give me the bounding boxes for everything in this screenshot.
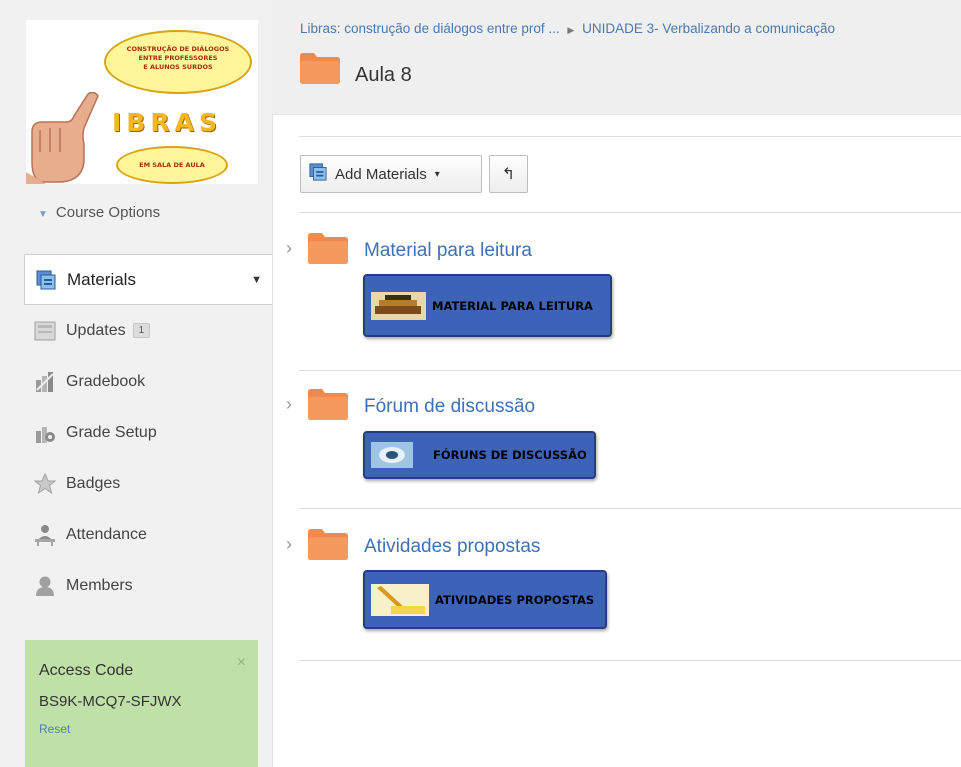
chevron-down-icon: ▾ bbox=[434, 168, 440, 180]
breadcrumb-link-course[interactable]: Libras: construção de diálogos entre pro… bbox=[300, 21, 560, 36]
material-title-link[interactable]: Material para leitura bbox=[364, 240, 532, 262]
logo-bubble-line: E ALUNOS SURDOS bbox=[143, 63, 213, 71]
page-header: Libras: construção de diálogos entre pro… bbox=[272, 0, 961, 115]
chevron-right-icon[interactable]: › bbox=[286, 238, 292, 259]
logo-speech-bubble-top: CONSTRUÇÃO DE DIÁLOGOS ENTRE PROFESSORES… bbox=[104, 30, 252, 94]
material-banner[interactable]: ATIVIDADES PROPOSTAS bbox=[363, 570, 607, 629]
access-code-value: BS9K-MCQ7-SFJWX bbox=[39, 693, 182, 710]
sidebar-nav: Materials ▼ Updates 1 Gradebook Grade Se… bbox=[24, 254, 272, 611]
material-item: › Atividades propostas ATIVIDADES PROPOS… bbox=[286, 526, 961, 636]
sidebar-item-label: Grade Setup bbox=[66, 423, 157, 441]
folder-icon bbox=[308, 529, 348, 560]
add-materials-label: Add Materials bbox=[335, 165, 427, 183]
divider bbox=[299, 136, 961, 137]
material-banner[interactable]: FÓRUNS DE DISCUSSÃO bbox=[363, 431, 596, 479]
access-code-title: Access Code bbox=[39, 662, 134, 679]
dropdown-caret-icon[interactable]: ▼ bbox=[251, 274, 262, 286]
folder-icon bbox=[300, 53, 340, 84]
sidebar-item-attendance[interactable]: Attendance bbox=[24, 509, 272, 560]
breadcrumb: Libras: construção de diálogos entre pro… bbox=[300, 21, 960, 36]
hand-l-sign-icon bbox=[26, 92, 99, 184]
course-options-label: Course Options bbox=[55, 204, 161, 221]
page-title: Aula 8 bbox=[355, 64, 412, 86]
sidebar-item-materials[interactable]: Materials ▼ bbox=[24, 254, 272, 305]
add-materials-button[interactable]: Add Materials ▾ bbox=[300, 155, 482, 193]
forum-speech-icon bbox=[371, 442, 413, 468]
sidebar-item-label: Attendance bbox=[66, 525, 147, 543]
sidebar-item-label: Materials bbox=[67, 269, 136, 289]
sidebar-item-grade-setup[interactable]: Grade Setup bbox=[24, 407, 272, 458]
materials-icon bbox=[309, 163, 327, 185]
sidebar-item-label: Gradebook bbox=[66, 372, 146, 390]
gradebook-icon bbox=[34, 371, 56, 393]
caret-down-icon: ▼ bbox=[38, 209, 48, 220]
badges-icon bbox=[34, 472, 56, 495]
pencil-paper-icon bbox=[371, 583, 429, 616]
logo-word: IBRAS bbox=[112, 108, 222, 137]
sidebar-item-badges[interactable]: Badges bbox=[24, 458, 272, 509]
banner-label: MATERIAL PARA LEITURA bbox=[432, 298, 593, 313]
divider bbox=[299, 508, 961, 509]
divider bbox=[299, 660, 961, 661]
access-code-panel: × Access Code BS9K-MCQ7-SFJWX Reset bbox=[25, 640, 258, 767]
sidebar-item-updates[interactable]: Updates 1 bbox=[24, 305, 272, 356]
sidebar-item-label: Updates bbox=[66, 321, 126, 339]
undo-button[interactable]: ↰ bbox=[489, 155, 528, 193]
divider bbox=[299, 370, 961, 371]
banner-label: ATIVIDADES PROPOSTAS bbox=[435, 592, 595, 607]
material-title-link[interactable]: Fórum de discussão bbox=[364, 396, 535, 418]
attendance-icon bbox=[34, 524, 56, 546]
course-options-toggle[interactable]: ▼ Course Options bbox=[38, 204, 160, 221]
course-logo[interactable]: CONSTRUÇÃO DE DIÁLOGOS ENTRE PROFESSORES… bbox=[26, 20, 258, 184]
access-code-reset-link[interactable]: Reset bbox=[39, 722, 244, 736]
material-item: › Material para leitura MATERIAL PARA LE… bbox=[286, 230, 961, 340]
material-banner[interactable]: MATERIAL PARA LEITURA bbox=[363, 274, 612, 337]
close-icon[interactable]: × bbox=[237, 654, 246, 672]
folder-icon bbox=[308, 389, 348, 420]
breadcrumb-link-unit[interactable]: UNIDADE 3- Verbalizando a comunicação bbox=[582, 21, 835, 36]
updates-count-badge: 1 bbox=[132, 323, 151, 338]
undo-icon: ↰ bbox=[501, 166, 516, 183]
chevron-right-icon[interactable]: › bbox=[286, 534, 292, 555]
banner-label: FÓRUNS DE DISCUSSÃO bbox=[433, 448, 587, 462]
sidebar-item-label: Members bbox=[66, 576, 133, 594]
sidebar: CONSTRUÇÃO DE DIÁLOGOS ENTRE PROFESSORES… bbox=[0, 0, 273, 767]
grade-setup-icon bbox=[34, 422, 56, 444]
divider bbox=[299, 212, 961, 213]
sidebar-item-gradebook[interactable]: Gradebook bbox=[24, 356, 272, 407]
books-icon bbox=[371, 291, 426, 320]
logo-speech-bubble-bottom: EM SALA DE AULA bbox=[116, 146, 228, 184]
logo-bubble-line: ENTRE PROFESSORES bbox=[138, 54, 218, 62]
members-icon bbox=[34, 575, 56, 597]
sidebar-item-members[interactable]: Members bbox=[24, 560, 272, 611]
updates-icon bbox=[34, 320, 56, 342]
material-title-link[interactable]: Atividades propostas bbox=[364, 536, 540, 558]
chevron-right-icon[interactable]: › bbox=[286, 394, 292, 415]
logo-bubble-line: CONSTRUÇÃO DE DIÁLOGOS bbox=[126, 45, 230, 53]
sidebar-item-label: Badges bbox=[66, 474, 121, 492]
material-item: › Fórum de discussão FÓRUNS DE DISCUSSÃO bbox=[286, 386, 961, 486]
folder-icon bbox=[308, 233, 348, 264]
breadcrumb-separator-icon: ▶ bbox=[567, 25, 575, 35]
materials-icon bbox=[35, 269, 57, 291]
